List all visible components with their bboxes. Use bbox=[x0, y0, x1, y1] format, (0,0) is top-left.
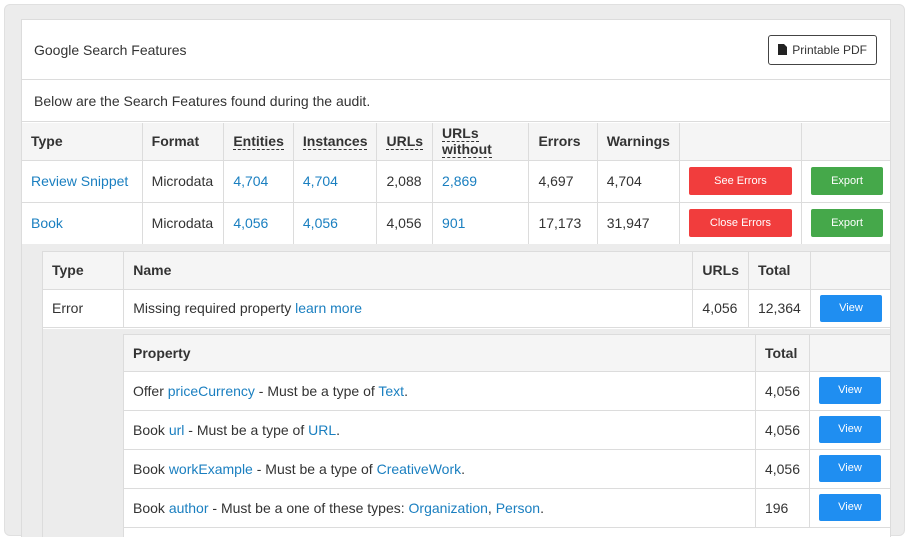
col-warnings: Warnings bbox=[597, 123, 680, 161]
error-total-cell: 12,364 bbox=[748, 289, 812, 328]
instances-link[interactable]: 4,056 bbox=[303, 215, 338, 231]
close-errors-button[interactable]: Close Errors bbox=[688, 209, 792, 237]
property-link[interactable]: workExample bbox=[169, 461, 253, 477]
type-link[interactable]: Text bbox=[378, 383, 404, 399]
table-row: Book author - Must be a one of these typ… bbox=[124, 488, 890, 528]
view-button[interactable]: View bbox=[820, 294, 882, 322]
type-link[interactable]: Organization bbox=[409, 500, 488, 516]
format-cell: Microdata bbox=[142, 202, 225, 245]
property-panel: Property Total Offer priceCurrency - Mus… bbox=[123, 334, 890, 537]
error-type-cell: Error bbox=[43, 289, 125, 328]
property-cell: Book url - Must be a type of URL. bbox=[124, 410, 756, 450]
property-header-row: Property Total bbox=[124, 335, 890, 372]
features-table: Type Format Entities Instances URLs URLs… bbox=[22, 123, 890, 245]
table-row: Book url - Must be a type of URL. 4,056 … bbox=[124, 410, 890, 450]
warnings-cell: 4,704 bbox=[597, 160, 680, 203]
col-error-action bbox=[810, 252, 890, 290]
col-error-urls: URLs bbox=[692, 252, 749, 290]
property-cell: Book author - Must be a one of these typ… bbox=[124, 488, 756, 528]
col-error-name: Name bbox=[123, 252, 694, 290]
type-link[interactable]: Person bbox=[496, 500, 540, 516]
file-icon bbox=[778, 44, 788, 55]
view-button[interactable]: View bbox=[819, 455, 881, 482]
intro-text: Below are the Search Features found duri… bbox=[22, 80, 890, 122]
entities-link[interactable]: 4,056 bbox=[233, 215, 268, 231]
col-error-type: Type bbox=[43, 252, 125, 290]
property-cell: Book workExample - Must be a type of Cre… bbox=[124, 449, 756, 489]
property-link[interactable]: priceCurrency bbox=[168, 383, 255, 399]
urls-without-link[interactable]: 901 bbox=[442, 215, 465, 231]
view-button[interactable]: View bbox=[819, 377, 881, 404]
printable-pdf-label: Printable PDF bbox=[792, 42, 867, 57]
export-button[interactable]: Export bbox=[811, 167, 883, 195]
col-type: Type bbox=[22, 123, 143, 161]
errors-header-row: Type Name URLs Total bbox=[43, 252, 890, 290]
col-error-action bbox=[679, 123, 803, 161]
table-row: Offer priceCurrency - Must be a type of … bbox=[124, 371, 890, 411]
errors-table: Type Name URLs Total Error Missing requi… bbox=[43, 252, 890, 328]
format-cell: Microdata bbox=[142, 160, 225, 203]
col-property-total: Total bbox=[755, 335, 811, 372]
search-features-panel: Google Search Features Printable PDF Bel… bbox=[21, 19, 891, 537]
property-link[interactable]: author bbox=[169, 500, 209, 516]
panel-header: Google Search Features Printable PDF bbox=[22, 20, 890, 80]
property-cell: Offer priceCurrency - Must be a type of … bbox=[124, 371, 756, 411]
error-urls-cell: 4,056 bbox=[692, 289, 749, 328]
urls-cell: 2,088 bbox=[376, 160, 434, 203]
errors-cell: 17,173 bbox=[528, 202, 598, 245]
urls-cell: 4,056 bbox=[376, 202, 434, 245]
col-urls[interactable]: URLs bbox=[376, 123, 434, 161]
features-header-row: Type Format Entities Instances URLs URLs… bbox=[22, 123, 890, 161]
errors-panel: Type Name URLs Total Error Missing requi… bbox=[42, 251, 890, 537]
table-row: Review Snippet Microdata 4,704 4,704 2,0… bbox=[22, 160, 890, 203]
property-total-cell: 196 bbox=[755, 488, 811, 528]
view-button[interactable]: View bbox=[819, 416, 881, 443]
learn-more-link[interactable]: learn more bbox=[295, 300, 362, 316]
type-link-review-snippet[interactable]: Review Snippet bbox=[31, 173, 128, 189]
table-row: Error Missing required property learn mo… bbox=[43, 289, 890, 328]
error-name-cell: Missing required property learn more bbox=[123, 289, 694, 328]
col-errors: Errors bbox=[528, 123, 598, 161]
property-total-cell: 4,056 bbox=[755, 449, 811, 489]
col-property: Property bbox=[124, 335, 756, 372]
panel-title: Google Search Features bbox=[34, 41, 187, 58]
col-error-total: Total bbox=[748, 252, 812, 290]
property-table: Property Total Offer priceCurrency - Mus… bbox=[124, 335, 890, 528]
type-link[interactable]: CreativeWork bbox=[377, 461, 462, 477]
table-row: Book workExample - Must be a type of Cre… bbox=[124, 449, 890, 489]
type-link[interactable]: URL bbox=[308, 422, 336, 438]
property-total-cell: 4,056 bbox=[755, 410, 811, 450]
col-entities[interactable]: Entities bbox=[223, 123, 294, 161]
view-button[interactable]: View bbox=[819, 494, 881, 521]
col-property-action bbox=[809, 335, 890, 372]
col-urls-without[interactable]: URLs without bbox=[432, 123, 530, 161]
type-link-book[interactable]: Book bbox=[31, 215, 63, 231]
urls-without-link[interactable]: 2,869 bbox=[442, 173, 477, 189]
printable-pdf-button[interactable]: Printable PDF bbox=[768, 34, 877, 65]
errors-cell: 4,697 bbox=[528, 160, 598, 203]
warnings-cell: 31,947 bbox=[597, 202, 680, 245]
property-total-cell: 4,056 bbox=[755, 371, 811, 411]
see-errors-button[interactable]: See Errors bbox=[688, 167, 792, 195]
entities-link[interactable]: 4,704 bbox=[233, 173, 268, 189]
instances-link[interactable]: 4,704 bbox=[303, 173, 338, 189]
table-row: Book Microdata 4,056 4,056 4,056 901 17,… bbox=[22, 202, 890, 245]
col-format: Format bbox=[142, 123, 225, 161]
property-link[interactable]: url bbox=[169, 422, 185, 438]
col-instances[interactable]: Instances bbox=[293, 123, 378, 161]
col-export-action bbox=[801, 123, 890, 161]
page-container: Google Search Features Printable PDF Bel… bbox=[4, 4, 905, 537]
export-button[interactable]: Export bbox=[811, 209, 883, 237]
